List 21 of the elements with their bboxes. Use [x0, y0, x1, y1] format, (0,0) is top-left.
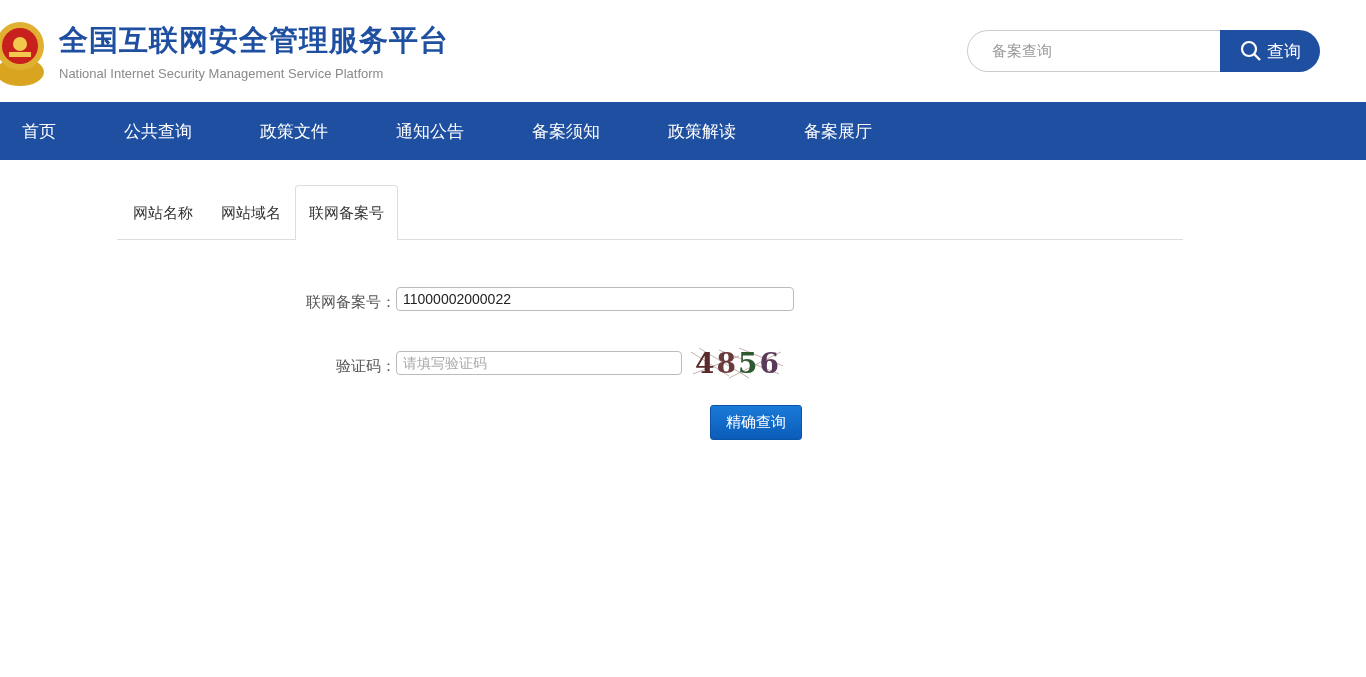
- tab[interactable]: 联网备案号: [295, 185, 398, 240]
- nav-link[interactable]: 通知公告: [396, 119, 464, 143]
- search-icon: [1239, 40, 1262, 62]
- record-number-field[interactable]: 11000002000022: [396, 287, 794, 311]
- search-field[interactable]: 备案查询: [967, 30, 1220, 72]
- search-button[interactable]: 查询: [1220, 30, 1320, 72]
- nav-link[interactable]: 政策解读: [668, 119, 736, 143]
- tab[interactable]: 网站域名: [207, 185, 295, 240]
- nav-link[interactable]: 首页: [22, 119, 56, 143]
- exact-search-button[interactable]: 精确查询: [710, 405, 802, 440]
- nav-link[interactable]: 备案展厅: [804, 119, 872, 143]
- tab[interactable]: 网站名称: [119, 185, 207, 240]
- record-number-label: 联网备案号：: [305, 292, 396, 312]
- captcha-field[interactable]: 请填写验证码: [396, 351, 682, 375]
- nav-link[interactable]: 公共查询: [124, 119, 192, 143]
- captcha-image[interactable]: 4856: [689, 346, 785, 380]
- captcha-label: 验证码：: [335, 356, 396, 376]
- site-subtitle: National Internet Security Management Service Platform: [59, 66, 385, 81]
- site-title: 全国互联网安全管理服务平台: [59, 22, 449, 59]
- nav-link[interactable]: 备案须知: [532, 119, 600, 143]
- nav-link[interactable]: 政策文件: [260, 119, 328, 143]
